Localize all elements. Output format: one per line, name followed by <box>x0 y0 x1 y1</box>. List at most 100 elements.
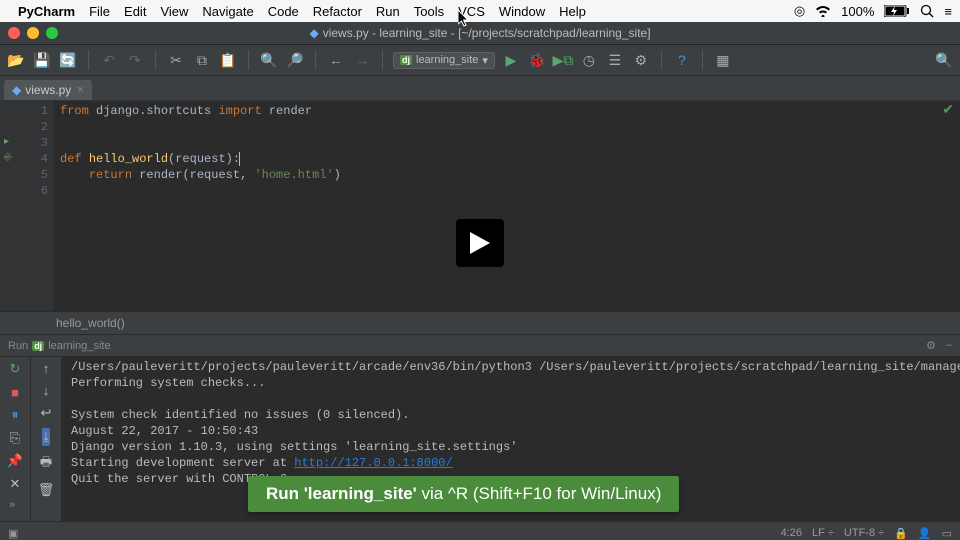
sync-icon[interactable]: 🔄 <box>58 50 78 70</box>
close-tool-icon[interactable]: ✕ <box>7 476 23 492</box>
tool-windows-icon[interactable]: ▣ <box>8 527 18 540</box>
traffic-lights <box>8 27 58 39</box>
console-line: Django version 1.10.3, using settings 'l… <box>71 440 517 454</box>
editor-tabs: ◆ views.py × <box>0 76 960 101</box>
copy-icon[interactable]: ⧉ <box>192 50 212 70</box>
profile-icon[interactable]: ◷ <box>579 50 599 70</box>
paste-icon[interactable]: 📋 <box>218 50 238 70</box>
run-label[interactable]: Run <box>8 340 28 352</box>
battery-icon[interactable] <box>884 5 910 17</box>
file-encoding[interactable]: UTF-8 ÷ <box>844 527 884 539</box>
menu-window[interactable]: Window <box>499 4 545 19</box>
cut-icon[interactable]: ✂ <box>166 50 186 70</box>
gear-icon[interactable]: ⚙ <box>926 339 936 352</box>
menu-edit[interactable]: Edit <box>124 4 146 19</box>
run-config-selector[interactable]: dj learning_site ▾ <box>393 52 495 69</box>
tip-strong: Run 'learning_site' <box>266 484 417 503</box>
tip-banner: Run 'learning_site' via ^R (Shift+F10 fo… <box>248 476 679 512</box>
code-area[interactable]: from django.shortcuts import render def … <box>54 101 960 311</box>
kw: def <box>60 152 89 166</box>
insert-mode-icon[interactable]: 🔒 <box>894 527 908 540</box>
find-icon[interactable]: 🔍 <box>259 50 279 70</box>
app-name[interactable]: PyCharm <box>18 4 75 19</box>
kw: from <box>60 104 89 118</box>
play-video-button[interactable] <box>456 219 504 267</box>
pin-icon[interactable]: 📌 <box>7 453 23 469</box>
tip-rest: via ^R (Shift+F10 for Win/Linux) <box>417 484 662 503</box>
pause-icon[interactable]: ⏸ <box>7 407 23 423</box>
menu-navigate[interactable]: Navigate <box>202 4 253 19</box>
hector-icon[interactable]: 👤 <box>918 527 932 540</box>
zoom-window-button[interactable] <box>46 27 58 39</box>
fn: hello_world <box>89 152 168 166</box>
print-icon[interactable]: 🖶 <box>40 453 52 475</box>
spotlight-icon[interactable] <box>920 4 934 18</box>
gutter-marker-icon[interactable]: ⎆ <box>4 151 12 167</box>
undo-icon[interactable]: ↶ <box>99 50 119 70</box>
kw: import <box>218 104 261 118</box>
menu-vcs[interactable]: VCS <box>458 4 485 19</box>
wifi-icon[interactable] <box>815 5 831 17</box>
structure-icon[interactable]: ▦ <box>713 50 733 70</box>
back-icon[interactable]: ← <box>326 50 346 70</box>
minimize-tool-icon[interactable]: – <box>946 339 952 352</box>
dump-icon[interactable]: ⎘ <box>7 430 23 446</box>
search-everywhere-icon[interactable]: 🔍 <box>934 50 954 70</box>
menu-help[interactable]: Help <box>559 4 586 19</box>
close-tab-icon[interactable]: × <box>77 84 83 96</box>
python-file-icon: ◆ <box>309 26 318 40</box>
collapse-tool-icon[interactable]: » <box>0 493 24 517</box>
forward-icon[interactable]: → <box>352 50 372 70</box>
stop-icon[interactable]: ■ <box>7 384 23 400</box>
up-icon[interactable]: ↑ <box>43 361 50 376</box>
menu-code[interactable]: Code <box>268 4 299 19</box>
redo-icon[interactable]: ↷ <box>125 50 145 70</box>
line-number: 1 <box>0 103 48 119</box>
line-number: 5 <box>0 167 48 183</box>
down-icon[interactable]: ↓ <box>43 383 50 398</box>
memory-indicator-icon[interactable]: ▭ <box>942 527 952 540</box>
django-icon: dj <box>400 55 412 65</box>
run-left-toolbar-2: ↑ ↓ ↩ ⤓ 🖶 🗑 <box>30 357 61 521</box>
gutter-marker-icon[interactable]: ▸ <box>4 135 9 151</box>
code-editor[interactable]: 1 2 3 4 5 6 ▸ ⎆ from django.shortcuts im… <box>0 101 960 311</box>
t: render(request, <box>139 168 254 182</box>
python-file-icon: ◆ <box>12 83 21 97</box>
help-icon[interactable]: ? <box>672 50 692 70</box>
tab-views-py[interactable]: ◆ views.py × <box>4 80 92 100</box>
save-all-icon[interactable]: 💾 <box>32 50 52 70</box>
window-titlebar: ◆views.py - learning_site - [~/projects/… <box>0 22 960 45</box>
menu-refactor[interactable]: Refactor <box>313 4 362 19</box>
menu-run[interactable]: Run <box>376 4 400 19</box>
minimize-window-button[interactable] <box>27 27 39 39</box>
open-icon[interactable]: 📂 <box>6 50 26 70</box>
debug-icon[interactable]: 🐞 <box>527 50 547 70</box>
mac-menubar: PyCharm File Edit View Navigate Code Ref… <box>0 0 960 22</box>
attach-icon[interactable]: ⚙ <box>631 50 651 70</box>
menu-extra-icon[interactable]: ≡ <box>944 4 952 19</box>
coverage-icon[interactable]: ▶⧉ <box>553 50 573 70</box>
replace-icon[interactable]: 🔎 <box>285 50 305 70</box>
run-config-name: learning_site <box>48 340 110 352</box>
close-window-button[interactable] <box>8 27 20 39</box>
menu-file[interactable]: File <box>89 4 110 19</box>
django-icon: dj <box>32 341 44 351</box>
concurrency-icon[interactable]: ☰ <box>605 50 625 70</box>
breadcrumb-item[interactable]: hello_world() <box>56 316 125 330</box>
t: (request): <box>168 152 240 166</box>
menu-tools[interactable]: Tools <box>414 4 444 19</box>
line-ending[interactable]: LF ÷ <box>812 527 834 539</box>
console-link[interactable]: http://127.0.0.1:8000/ <box>294 456 452 470</box>
console-line: Performing system checks... <box>71 376 265 390</box>
caret-position[interactable]: 4:26 <box>781 527 802 539</box>
scroll-end-icon[interactable]: ⤓ <box>42 428 50 446</box>
gutter: 1 2 3 4 5 6 ▸ ⎆ <box>0 101 54 311</box>
siri-icon[interactable]: ◎ <box>794 3 805 19</box>
menu-view[interactable]: View <box>160 4 188 19</box>
rerun-icon[interactable]: ↻ <box>7 361 23 377</box>
inspection-ok-icon[interactable]: ✔ <box>942 103 954 119</box>
run-icon[interactable]: ▶ <box>501 50 521 70</box>
soft-wrap-icon[interactable]: ↩ <box>41 405 52 421</box>
title-file: views.py <box>323 26 369 40</box>
clear-icon[interactable]: 🗑 <box>38 482 55 498</box>
